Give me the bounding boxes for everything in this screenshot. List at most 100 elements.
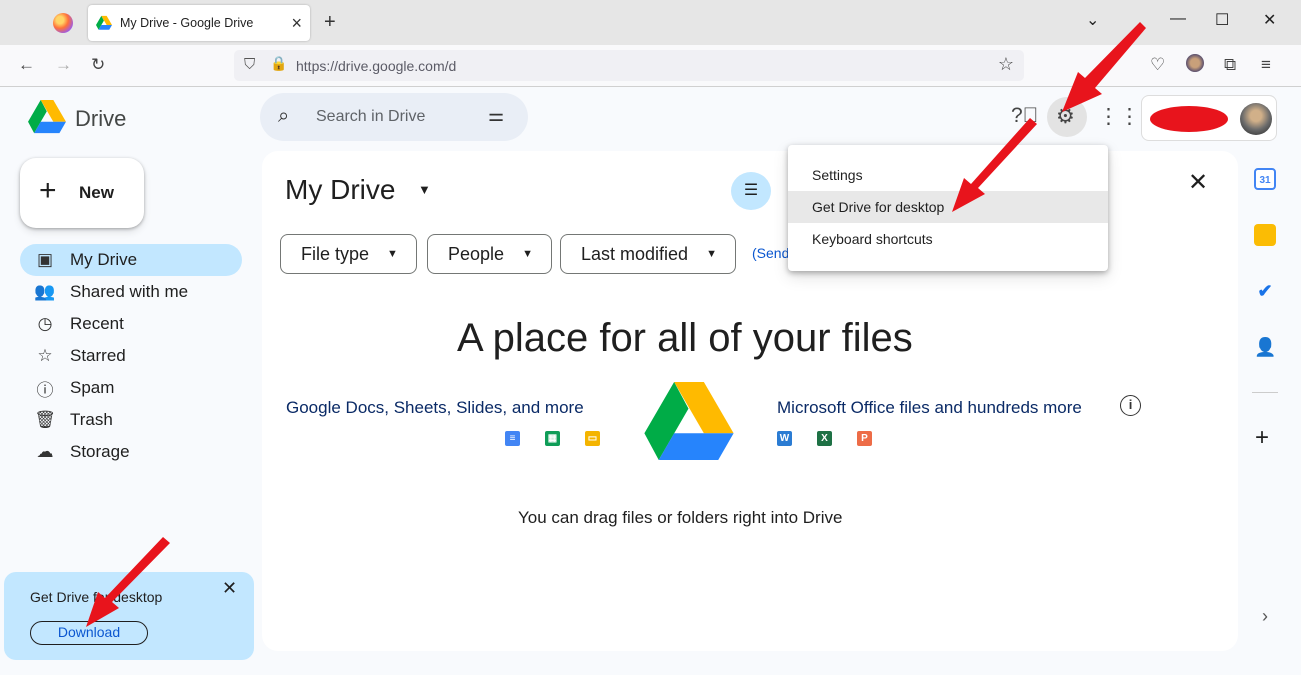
drive-logo-icon[interactable] (28, 100, 66, 134)
drive-logo-text[interactable]: Drive (75, 106, 126, 132)
drag-hint-text: You can drag files or folders right into… (518, 508, 843, 527)
word-icon: W (777, 431, 792, 446)
sheets-icon: ▦ (545, 431, 560, 446)
empty-state-headline: A place for all of your files (457, 316, 913, 360)
download-button[interactable]: Download (30, 621, 148, 645)
url-text[interactable]: https://drive.google.com/d (296, 58, 456, 74)
back-arrow-icon[interactable]: ← (18, 55, 35, 75)
drive-logo-large-icon (644, 382, 734, 460)
shield-icon[interactable]: ⛉ (244, 56, 255, 73)
my-drive-icon: ▣ (36, 250, 54, 269)
caret-down-icon: ▼ (387, 248, 398, 260)
plus-icon: + (39, 174, 57, 207)
avatar[interactable] (1240, 103, 1272, 135)
info-icon[interactable]: i (1120, 395, 1141, 416)
filter-chip-last-modified[interactable]: Last modified ▼ (560, 234, 736, 274)
hamburger-menu-icon[interactable]: ≡ (1261, 55, 1271, 75)
trash-icon: 🗑 (34, 410, 56, 429)
chevron-right-icon[interactable]: › (1262, 606, 1268, 627)
help-icon[interactable]: ?⃝ (1011, 104, 1038, 128)
sidebar-item-spam[interactable]: ⓘ Spam (20, 372, 242, 404)
firefox-logo-icon[interactable] (53, 13, 73, 33)
forward-arrow-icon[interactable]: → (55, 55, 72, 75)
sidebar-item-trash[interactable]: 🗑 Trash (20, 404, 242, 436)
tab-list-chevron-icon[interactable]: ⌄ (1086, 10, 1099, 30)
caret-down-icon[interactable]: ▼ (418, 182, 431, 197)
chip-label: People (448, 243, 505, 264)
window-close-icon[interactable]: ✕ (1263, 10, 1276, 30)
filter-chip-people[interactable]: People ▼ (427, 234, 552, 274)
page-title[interactable]: My Drive (285, 174, 395, 206)
tab-close-icon[interactable]: × (291, 14, 302, 32)
docs-icon: ≡ (505, 431, 520, 446)
promo-text: Get Drive for desktop (30, 589, 163, 605)
search-input[interactable]: Search in Drive (316, 108, 425, 126)
sidebar-item-label: Starred (70, 346, 126, 365)
keep-icon[interactable] (1254, 224, 1276, 246)
chip-label: Last modified (581, 243, 689, 264)
new-button[interactable]: + New (20, 158, 144, 228)
excel-icon: X (817, 431, 832, 446)
sidebar-item-label: Storage (70, 442, 130, 461)
extensions-icon[interactable]: ⧉ (1224, 55, 1236, 75)
search-bar[interactable]: ⌕ Search in Drive ⚌ (260, 93, 528, 141)
browser-tab[interactable]: My Drive - Google Drive × (88, 5, 310, 41)
drive-favicon-icon (96, 15, 112, 30)
chip-label: File type (301, 243, 370, 264)
search-options-icon[interactable]: ⚌ (488, 105, 504, 126)
new-tab-icon[interactable]: + (324, 11, 336, 34)
close-icon[interactable]: ✕ (222, 578, 237, 599)
account-switcher[interactable] (1141, 95, 1277, 141)
calendar-icon[interactable]: 31 (1254, 168, 1276, 190)
browser-tab-bar: My Drive - Google Drive × + ⌄ — ☐ ✕ (0, 0, 1301, 45)
add-addon-icon[interactable]: + (1255, 424, 1269, 452)
search-icon[interactable]: ⌕ (278, 105, 289, 128)
pocket-icon[interactable]: ♡ (1150, 55, 1165, 75)
sidebar-item-recent[interactable]: ◷ Recent (20, 308, 242, 340)
sidebar-item-label: Shared with me (70, 282, 189, 301)
settings-menu: Settings Get Drive for desktop Keyboard … (788, 145, 1108, 271)
cloud-icon: ☁ (36, 442, 54, 461)
filter-icon[interactable]: ☰ (731, 172, 771, 210)
menu-item-get-drive-for-desktop[interactable]: Get Drive for desktop (788, 191, 1108, 223)
google-apps-caption: Google Docs, Sheets, Slides, and more (286, 398, 584, 417)
tasks-icon[interactable]: ✔ (1254, 280, 1276, 302)
sidebar-item-starred[interactable]: ☆ Starred (20, 340, 242, 372)
sidebar-item-label: Spam (70, 378, 115, 397)
redacted-account-name (1150, 106, 1228, 132)
lock-icon[interactable]: 🔒 (270, 55, 287, 72)
caret-down-icon: ▼ (706, 248, 717, 260)
tab-title: My Drive - Google Drive (120, 16, 254, 30)
bookmark-star-icon[interactable]: ☆ (998, 54, 1014, 75)
contacts-icon[interactable]: 👤 (1254, 336, 1276, 358)
clock-icon: ◷ (37, 314, 53, 333)
sidebar-item-label: My Drive (70, 250, 138, 269)
maximize-icon[interactable]: ☐ (1215, 10, 1229, 30)
url-bar[interactable]: ⛉ 🔒 https://drive.google.com/d ☆ (234, 50, 1024, 81)
reload-icon[interactable]: ↻ (91, 55, 105, 75)
gear-icon[interactable]: ⚙ (1056, 104, 1075, 129)
close-icon[interactable]: ✕ (1188, 168, 1208, 197)
side-panel-divider (1252, 392, 1278, 393)
star-icon: ☆ (37, 346, 53, 365)
powerpoint-icon: P (857, 431, 872, 446)
send-feedback-link[interactable]: (Send (752, 245, 789, 261)
sidebar-item-label: Trash (70, 410, 113, 429)
menu-item-keyboard-shortcuts[interactable]: Keyboard shortcuts (788, 223, 1108, 255)
spam-icon: ⓘ (36, 380, 54, 400)
office-files-caption: Microsoft Office files and hundreds more (777, 398, 1082, 417)
new-button-label: New (79, 183, 114, 202)
sidebar-item-label: Recent (70, 314, 124, 333)
people-icon: 👥 (34, 282, 56, 301)
sidebar-item-shared-with-me[interactable]: 👥 Shared with me (20, 276, 242, 308)
minimize-icon[interactable]: — (1170, 10, 1186, 28)
desktop-promo-card: Get Drive for desktop ✕ Download (4, 572, 254, 660)
menu-item-settings[interactable]: Settings (788, 159, 1108, 191)
caret-down-icon: ▼ (522, 248, 533, 260)
browser-nav-bar: ← → ↻ ⛉ 🔒 https://drive.google.com/d ☆ ♡… (0, 45, 1301, 87)
slides-icon: ▭ (585, 431, 600, 446)
sidebar-item-my-drive[interactable]: ▣ My Drive (20, 244, 242, 276)
filter-chip-file-type[interactable]: File type ▼ (280, 234, 417, 274)
browser-account-avatar[interactable] (1186, 54, 1204, 72)
sidebar-item-storage[interactable]: ☁ Storage (20, 436, 242, 468)
